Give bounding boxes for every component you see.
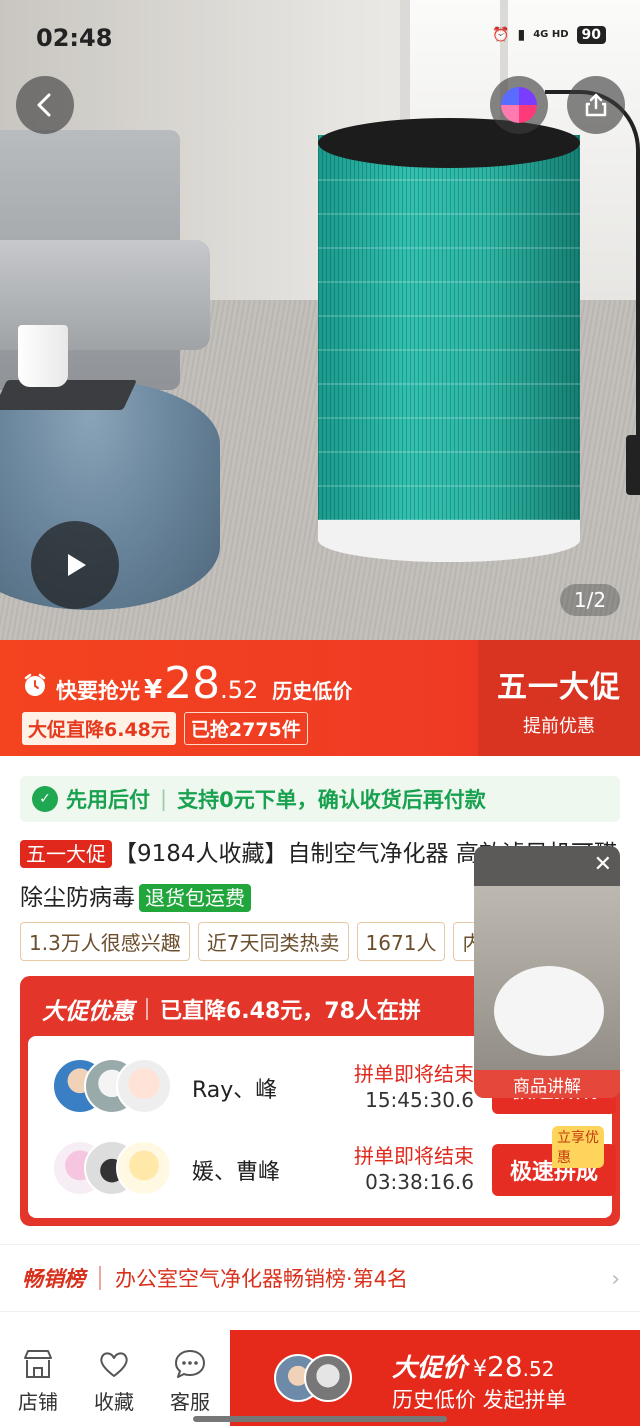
group-buy-header: 大促优惠 已直降6.48元，78人在拼 (42, 992, 421, 1026)
group-buy-brand: 大促优惠 (42, 999, 134, 1025)
avatar (116, 1058, 172, 1114)
interest-tag: 1.3万人很感兴趣 (20, 922, 190, 961)
ranking-separator (99, 1266, 101, 1290)
product-image-gallery[interactable]: 1/2 (0, 0, 640, 640)
back-arrow-icon (37, 93, 51, 117)
interest-tags: 1.3万人很感兴趣 近7天同类热卖 1671人 内1 (20, 922, 505, 961)
currency-symbol: ¥ (144, 675, 163, 705)
flash-sale-row: 快要抢光 ¥ 28 .52 历史低价 (22, 658, 352, 709)
play-video-button[interactable] (31, 521, 119, 609)
group-row[interactable]: 媛、曹峰 拼单即将结束 03:38:16.6 极速拼成 立享优惠 (44, 1126, 616, 1204)
pay-later-label: 先用后付 (66, 788, 150, 812)
interest-tag: 近7天同类热卖 (197, 922, 349, 961)
group-ending-label: 拼单即将结束 (354, 1144, 474, 1168)
cta-avatars (274, 1354, 384, 1402)
video-device-shape (494, 966, 604, 1056)
home-indicator (193, 1416, 447, 1422)
gallery-counter: 1/2 (560, 584, 620, 616)
history-low-label: 历史低价 (272, 679, 353, 703)
cta-price-integer: 28 (487, 1350, 523, 1383)
flash-sale-label: 快要抢光 (56, 679, 140, 703)
cta-subtitle: 历史低价 发起拼单 (392, 1388, 567, 1412)
avatar (304, 1354, 352, 1402)
group-member-names: Ray、峰 (192, 1078, 278, 1103)
pay-later-separator: | (160, 787, 168, 811)
start-group-buy-button[interactable]: 大促价 ¥ 28 .52 历史低价 发起拼单 (230, 1330, 640, 1426)
play-icon (68, 554, 86, 576)
chevron-right-icon: › (611, 1267, 620, 1292)
promo-event-subtitle: 提前优惠 (523, 716, 595, 737)
alarm-clock-icon (24, 673, 46, 696)
store-icon (24, 1350, 52, 1378)
group-avatars (52, 1140, 172, 1196)
assistant-app-button[interactable] (490, 76, 548, 134)
ranking-badge: 畅销榜 (22, 1267, 85, 1291)
image-book (0, 380, 137, 410)
cta-price-row: 大促价 ¥ 28 .52 (392, 1348, 554, 1384)
title-promo-badge: 五一大促 (20, 840, 112, 868)
pay-later-detail: 支持0元下单，确认收货后再付款 (177, 788, 486, 812)
bottom-action-bar: 店铺 收藏 客服 大促价 ¥ 28 .52 历史低价 发起拼单 (0, 1330, 640, 1426)
image-mug (18, 325, 68, 387)
image-filter-fan-top (318, 118, 580, 168)
store-button[interactable]: 店铺 (8, 1348, 68, 1415)
assistant-logo-icon (501, 87, 537, 123)
price-tags: 大促直降6.48元 已抢2775件 (22, 712, 308, 745)
product-video-popup[interactable]: ✕ 商品讲解 (474, 846, 620, 1098)
group-avatars (52, 1058, 172, 1114)
group-countdown: 03:38:16.6 (365, 1170, 474, 1194)
store-label: 店铺 (18, 1390, 58, 1414)
share-icon (585, 93, 607, 117)
interest-tag: 1671人 (356, 922, 446, 961)
price-info: 快要抢光 ¥ 28 .52 历史低价 大促直降6.48元 已抢2775件 (22, 640, 472, 756)
group-buy-headline: 已直降6.48元，78人在拼 (160, 999, 421, 1024)
heart-icon (100, 1352, 128, 1377)
network-indicator: 4G HD (533, 29, 569, 40)
service-button[interactable]: 客服 (160, 1348, 220, 1415)
ranking-text: 办公室空气净化器畅销榜·第4名 (115, 1267, 409, 1291)
price-drop-tag: 大促直降6.48元 (22, 712, 176, 745)
free-return-badge: 退货包运费 (139, 884, 251, 912)
image-filter-base (318, 520, 580, 562)
close-icon[interactable]: ✕ (594, 852, 612, 877)
promo-event-title: 五一大促 (497, 670, 621, 705)
back-button[interactable] (16, 76, 74, 134)
video-label: 商品讲解 (474, 1070, 620, 1098)
sold-count-tag: 已抢2775件 (183, 712, 308, 745)
share-button[interactable] (567, 76, 625, 134)
ranking-bar[interactable]: 畅销榜 办公室空气净化器畅销榜·第4名 › (0, 1244, 640, 1312)
promo-event-badge[interactable]: 五一大促 提前优惠 (478, 640, 640, 756)
pay-later-icon: ✓ (32, 786, 58, 812)
group-countdown: 15:45:30.6 (365, 1088, 474, 1112)
battery-indicator: 90 (576, 26, 606, 44)
image-filter-cylinder (318, 135, 580, 555)
service-label: 客服 (170, 1390, 210, 1414)
favorite-label: 收藏 (94, 1390, 134, 1414)
vibrate-icon: ▮ (517, 27, 526, 43)
image-plug (626, 435, 640, 495)
cta-brand: 大促价 (392, 1353, 468, 1382)
group-member-names: 媛、曹峰 (192, 1160, 281, 1185)
alarm-icon: ⏰ (492, 27, 510, 43)
cta-currency: ¥ (473, 1357, 488, 1382)
header-divider (146, 998, 148, 1020)
cta-price-decimal: .52 (522, 1357, 555, 1381)
chat-icon (175, 1350, 205, 1378)
favorite-button[interactable]: 收藏 (84, 1348, 144, 1415)
group-ending-label: 拼单即将结束 (354, 1062, 474, 1086)
price-integer: 28 (164, 658, 221, 709)
instant-discount-badge: 立享优惠 (552, 1126, 604, 1168)
status-bar: 02:48 ⏰ ▮ 4G HD 90 (0, 0, 640, 76)
price-decimal: .52 (220, 676, 259, 704)
status-time: 02:48 (36, 24, 113, 52)
price-banner: 快要抢光 ¥ 28 .52 历史低价 大促直降6.48元 已抢2775件 五一大… (0, 640, 640, 756)
status-icons: ⏰ ▮ 4G HD 90 (492, 26, 606, 44)
pay-later-bar[interactable]: ✓ 先用后付 | 支持0元下单，确认收货后再付款 (20, 776, 620, 822)
avatar (116, 1140, 172, 1196)
